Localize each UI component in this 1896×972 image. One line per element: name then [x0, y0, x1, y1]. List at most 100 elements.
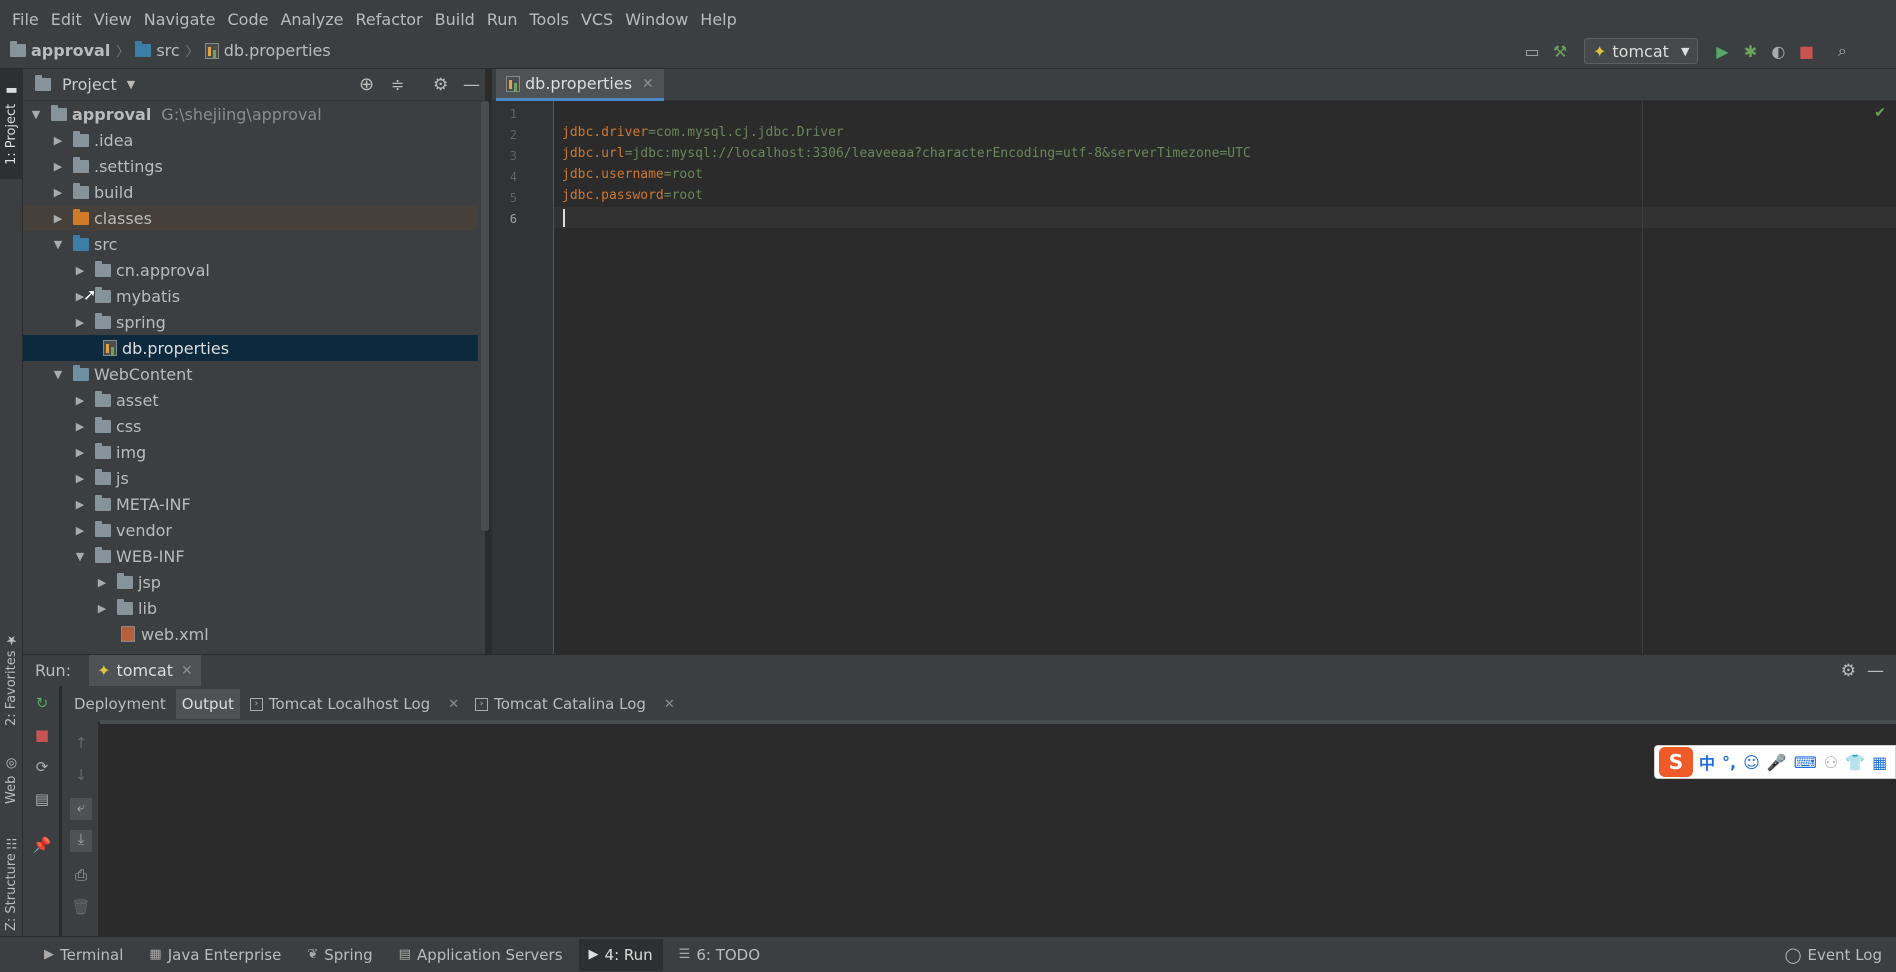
tool-tab-run[interactable]: ▶ 4: Run	[578, 938, 663, 971]
code-editor[interactable]: jdbc.driver=com.mysql.cj.jdbc.Driver jdb…	[554, 101, 1896, 654]
expanded-arrow-icon[interactable]: ▼	[73, 550, 87, 563]
subtab-deployment[interactable]: Deployment	[68, 689, 172, 719]
tool-tab-java-enterprise[interactable]: ▦ Java Enterprise	[139, 939, 291, 971]
collapsed-arrow-icon[interactable]: ▶	[73, 446, 87, 459]
breadcrumb-folder[interactable]: src	[156, 41, 179, 60]
menu-run[interactable]: Run	[481, 10, 524, 29]
tool-tab-spring[interactable]: ❦ Spring	[297, 939, 382, 971]
collapsed-arrow-icon[interactable]: ▶	[73, 316, 87, 329]
collapsed-arrow-icon[interactable]: ▶	[73, 264, 87, 277]
tree-item-asset[interactable]: ▶ asset	[23, 387, 478, 413]
skin-shirt-icon[interactable]: 👕	[1845, 753, 1865, 772]
menu-help[interactable]: Help	[694, 10, 742, 29]
tree-item-idea[interactable]: ▶ .idea	[23, 127, 478, 153]
menu-code[interactable]: Code	[222, 10, 275, 29]
coverage-icon[interactable]: ◐	[1764, 37, 1792, 65]
tree-item-src[interactable]: ▼ src	[23, 231, 478, 257]
tree-item-build[interactable]: ▶ build	[23, 179, 478, 205]
tree-item-webcontent[interactable]: ▼ WebContent	[23, 361, 478, 387]
ime-language-toggle[interactable]: 中	[1699, 750, 1715, 774]
web-tool-tab[interactable]: Web ◎	[0, 749, 23, 811]
close-tab-icon[interactable]: ✕	[642, 76, 654, 92]
menu-navigate[interactable]: Navigate	[138, 10, 222, 29]
layout-icon[interactable]: ▤	[31, 790, 53, 812]
build-hammer-icon[interactable]: ⚒	[1546, 37, 1574, 65]
tree-item-spring[interactable]: ▶ spring	[23, 309, 478, 335]
menu-build[interactable]: Build	[429, 10, 481, 29]
structure-tool-tab[interactable]: Z: Structure ☷	[0, 831, 23, 935]
gear-icon[interactable]: ⚙	[433, 75, 448, 95]
collapsed-arrow-icon[interactable]: ▶	[95, 602, 109, 615]
tree-item-db-properties[interactable]: db.properties	[23, 335, 478, 361]
collapsed-arrow-icon[interactable]: ▶	[73, 420, 87, 433]
hide-minimize-icon[interactable]: —	[1867, 661, 1884, 681]
tree-item-approval[interactable]: ▼ approval G:\shejiing\approval	[23, 101, 478, 127]
soft-wrap-icon[interactable]: ⤶	[70, 798, 92, 820]
tree-item-js[interactable]: ▶ js	[23, 465, 478, 491]
up-arrow-icon[interactable]: ↑	[70, 734, 92, 756]
trash-icon[interactable]: 🗑	[70, 898, 92, 920]
microphone-icon[interactable]: 🎤	[1767, 753, 1787, 772]
expanded-arrow-icon[interactable]: ▼	[51, 238, 65, 251]
pin-icon[interactable]: 📌	[31, 836, 53, 858]
close-tab-icon[interactable]: ✕	[181, 663, 193, 679]
tree-item-settings[interactable]: ▶ .settings	[23, 153, 478, 179]
close-tab-icon[interactable]: ✕	[664, 697, 675, 712]
run-icon[interactable]: ▶	[1708, 37, 1736, 65]
tree-item-web-inf[interactable]: ▼ WEB-INF	[23, 543, 478, 569]
run-configuration-select[interactable]: ✦ tomcat ▼	[1584, 38, 1699, 64]
event-log-button[interactable]: ◯ Event Log	[1785, 937, 1882, 972]
tree-item-css[interactable]: ▶ css	[23, 413, 478, 439]
update-app-icon[interactable]: ⟳	[31, 758, 53, 780]
breadcrumb-file[interactable]: db.properties	[224, 41, 331, 60]
down-arrow-icon[interactable]: ↓	[70, 766, 92, 788]
menu-grid-icon[interactable]: ▦	[1872, 753, 1887, 772]
project-tree-scrollbar[interactable]	[481, 101, 489, 531]
tool-tab-application-servers[interactable]: ▤ Application Servers	[389, 939, 573, 971]
expanded-arrow-icon[interactable]: ▼	[29, 108, 43, 121]
chevron-down-icon[interactable]: ▼	[127, 78, 135, 91]
keyboard-icon[interactable]: ⌨	[1794, 753, 1817, 772]
editor-tab-db-properties[interactable]: db.properties ✕	[496, 69, 664, 101]
collapsed-arrow-icon[interactable]: ▶	[73, 498, 87, 511]
menu-window[interactable]: Window	[619, 10, 694, 29]
tree-item-cn-approval[interactable]: ▶ cn.approval	[23, 257, 478, 283]
stop-icon[interactable]: ■	[31, 726, 53, 748]
expanded-arrow-icon[interactable]: ▼	[51, 368, 65, 381]
gear-icon[interactable]: ⚙	[1841, 661, 1856, 681]
subtab-output[interactable]: Output	[175, 689, 240, 719]
breadcrumb-project[interactable]: approval	[31, 41, 110, 60]
terminal-window-icon[interactable]: ▭	[1518, 37, 1546, 65]
search-icon[interactable]: ⌕	[1828, 37, 1856, 65]
ime-logo[interactable]: S	[1659, 747, 1693, 777]
menu-analyze[interactable]: Analyze	[274, 10, 349, 29]
punctuation-icon[interactable]: °,	[1722, 753, 1736, 772]
project-tool-tab[interactable]: 1: Project ▬	[0, 69, 23, 179]
favorites-tool-tab[interactable]: 2: Favorites ★	[0, 629, 23, 729]
user-icon[interactable]: ⚇	[1824, 753, 1838, 772]
collapsed-arrow-icon[interactable]: ▶	[95, 576, 109, 589]
collapsed-arrow-icon[interactable]: ▶	[73, 524, 87, 537]
collapsed-arrow-icon[interactable]: ▶	[51, 186, 65, 199]
menu-edit[interactable]: Edit	[45, 10, 88, 29]
debug-bug-icon[interactable]: ✱	[1736, 37, 1764, 65]
tree-item-vendor[interactable]: ▶ vendor	[23, 517, 478, 543]
menu-refactor[interactable]: Refactor	[350, 10, 429, 29]
subtab-tomcat-catalina-log[interactable]: › Tomcat Catalina Log ✕	[469, 689, 681, 719]
print-icon[interactable]: ⎙	[70, 866, 92, 888]
close-tab-icon[interactable]: ✕	[448, 697, 459, 712]
tree-item-lib[interactable]: ▶ lib	[23, 595, 478, 621]
menu-file[interactable]: File	[6, 10, 45, 29]
menu-tools[interactable]: Tools	[524, 10, 575, 29]
menu-vcs[interactable]: VCS	[575, 10, 619, 29]
collapsed-arrow-icon[interactable]: ▶	[51, 160, 65, 173]
subtab-tomcat-localhost-log[interactable]: › Tomcat Localhost Log ✕	[244, 689, 465, 719]
hide-minimize-icon[interactable]: —	[463, 75, 480, 95]
tree-item-web-xml[interactable]: web.xml	[23, 621, 478, 647]
tree-item-meta-inf[interactable]: ▶ META-INF	[23, 491, 478, 517]
collapsed-arrow-icon[interactable]: ▶	[73, 472, 87, 485]
menu-view[interactable]: View	[88, 10, 138, 29]
collapsed-arrow-icon[interactable]: ▶	[73, 394, 87, 407]
tool-tab-terminal[interactable]: ▶ Terminal	[34, 939, 133, 971]
stop-icon[interactable]: ■	[1792, 37, 1820, 65]
